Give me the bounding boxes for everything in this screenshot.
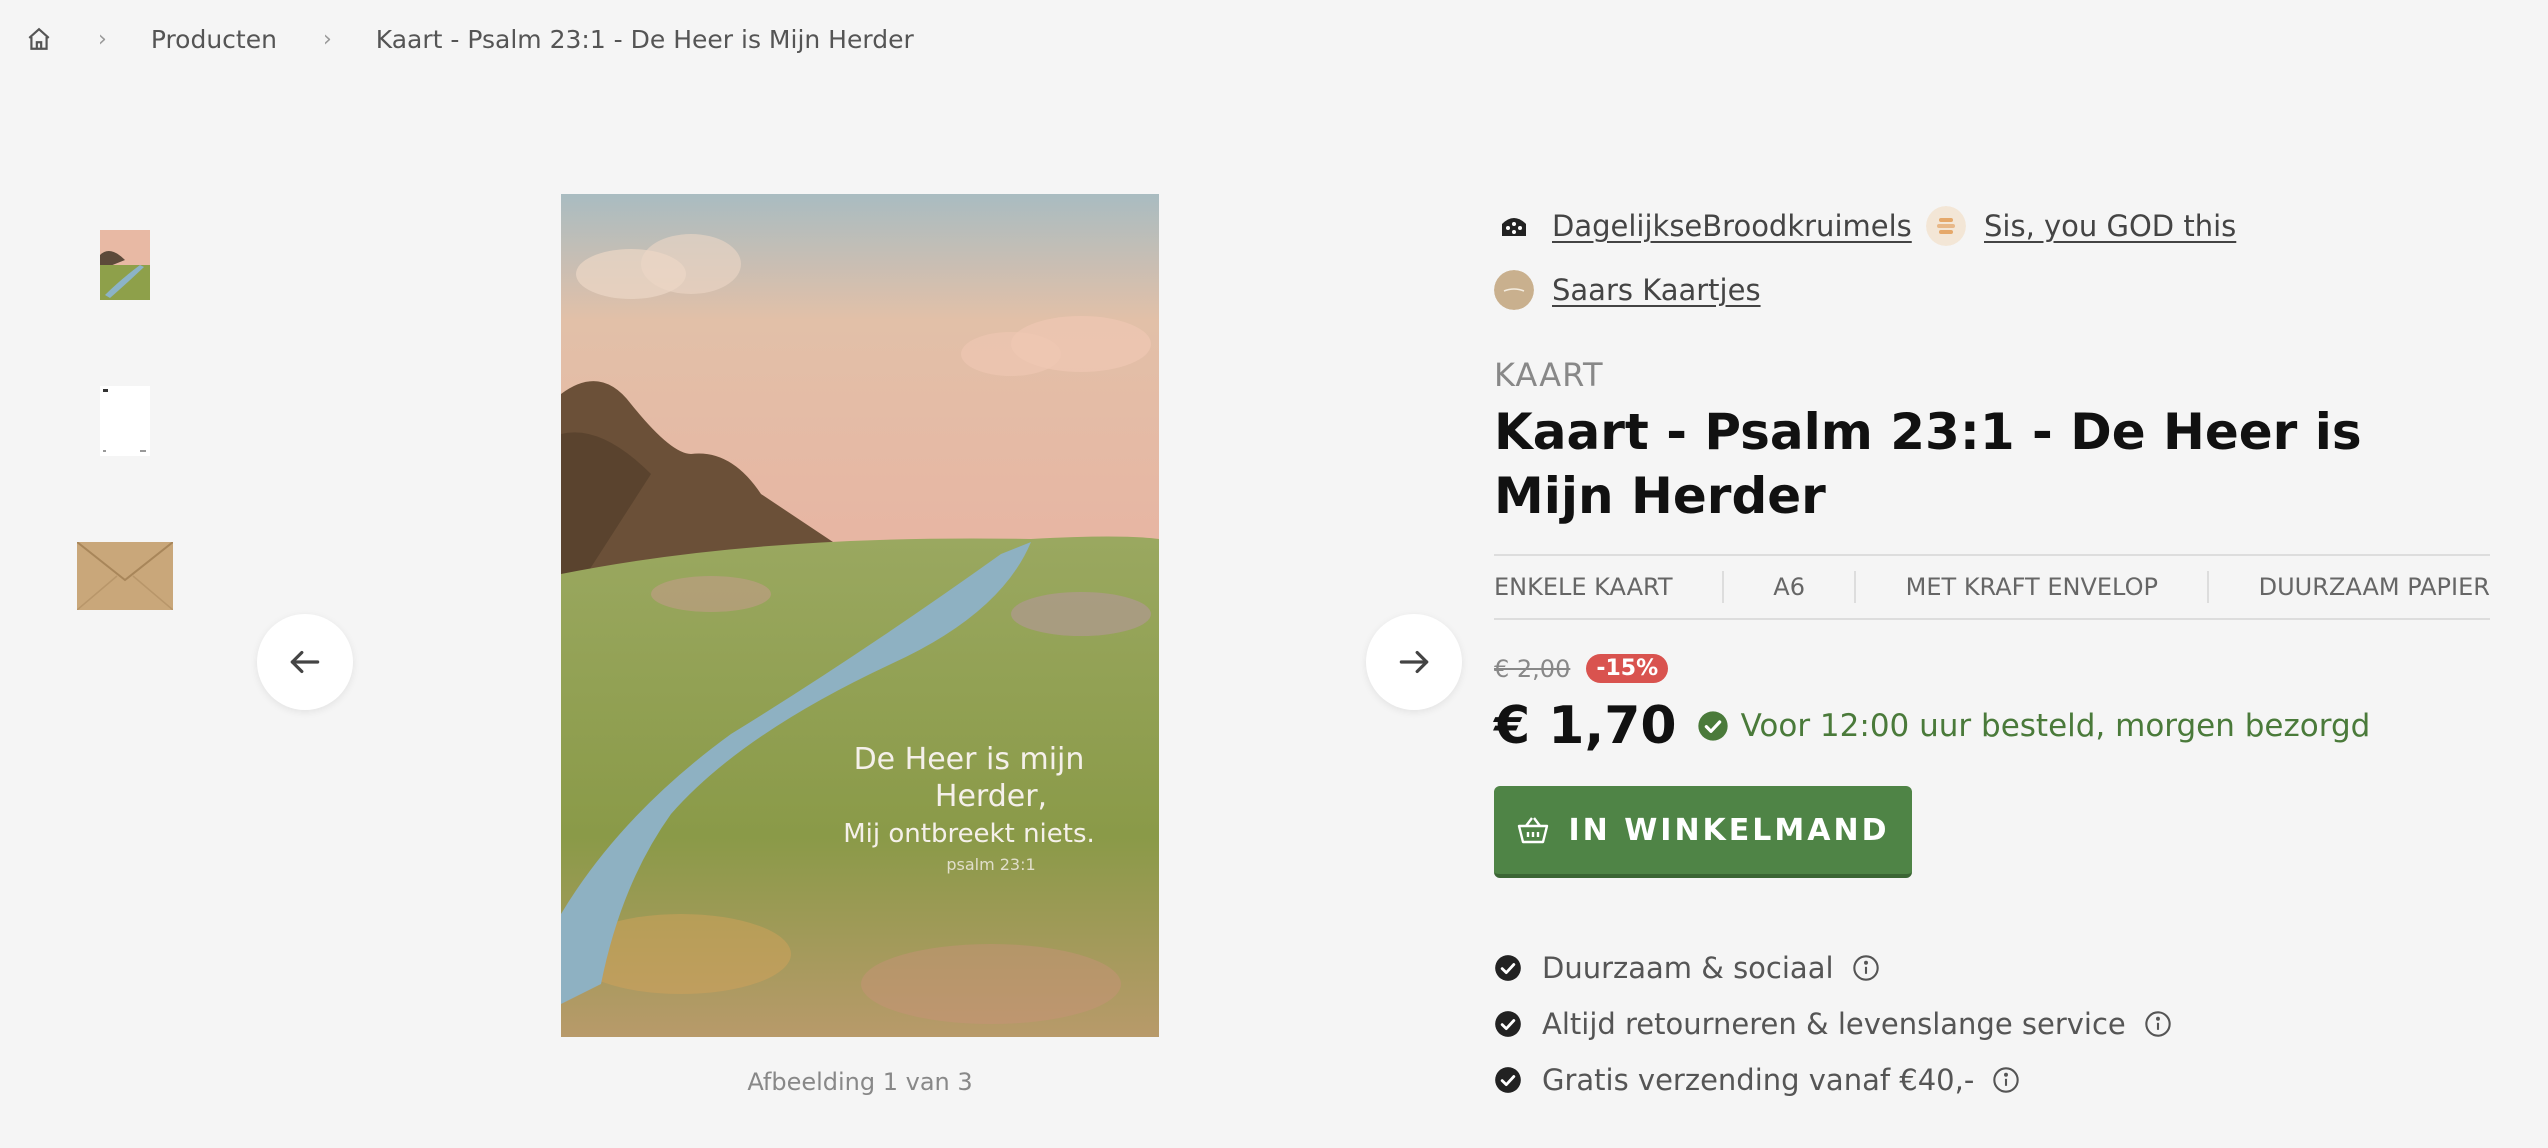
brand-logo-icon — [1494, 270, 1534, 310]
brand-logo-icon — [1926, 206, 1966, 246]
old-price: € 2,00 — [1494, 654, 1571, 683]
basket-icon — [1518, 817, 1549, 844]
breadcrumb-current: Kaart - Psalm 23:1 - De Heer is Mijn Her… — [375, 24, 914, 54]
product-main-image[interactable]: De Heer is mijn Herder, Mij ontbreekt ni… — [561, 194, 1159, 1037]
brand-name[interactable]: DagelijkseBroodkruimels — [1552, 209, 1912, 243]
brand-dagelijksebroodkruimels[interactable]: DagelijkseBroodkruimels — [1494, 206, 1912, 246]
old-price-row: € 2,00 -15% — [1494, 654, 1669, 683]
info-icon[interactable] — [1852, 954, 1880, 982]
check-circle-icon — [1495, 1011, 1521, 1037]
spec-divider — [1854, 571, 1857, 603]
usp-label: Gratis verzending vanaf €40,- — [1542, 1063, 1975, 1097]
chevron-right-icon: › — [98, 26, 107, 52]
brand-list: DagelijkseBroodkruimels Sis, you GOD thi… — [1494, 200, 2490, 330]
spec-divider — [1721, 571, 1724, 603]
next-image-button[interactable] — [1366, 614, 1462, 710]
spec-item: MET KRAFT ENVELOP — [1905, 573, 2158, 601]
discount-badge: -15% — [1586, 654, 1669, 683]
product-title: Kaart - Psalm 23:1 - De Heer is Mijn Her… — [1494, 403, 2362, 525]
usp-item: Gratis verzending vanaf €40,- — [1494, 1052, 2172, 1108]
card-text-line-3: Mij ontbreekt niets. — [843, 819, 1095, 849]
spec-item: ENKELE KAART — [1494, 573, 1673, 601]
add-to-cart-label: IN WINKELMAND — [1568, 812, 1890, 848]
previous-image-button[interactable] — [257, 614, 353, 710]
chevron-right-icon: › — [322, 26, 332, 52]
delivery-text: Voor 12:00 uur besteld, morgen bezorgd — [1740, 708, 2371, 744]
card-text-line-2: Herder, — [935, 779, 1047, 814]
thumbnail-1[interactable] — [76, 230, 174, 300]
usp-label: Altijd retourneren & levenslange service — [1542, 1007, 2126, 1041]
spec-divider — [2207, 571, 2210, 603]
add-to-cart-button[interactable]: IN WINKELMAND — [1494, 786, 1912, 878]
check-circle-icon — [1495, 1067, 1521, 1093]
usp-item: Duurzaam & sociaal — [1494, 940, 2172, 996]
spec-item: DUURZAAM PAPIER — [2258, 573, 2490, 601]
brand-name[interactable]: Saars Kaartjes — [1552, 273, 1761, 307]
check-circle-icon — [1495, 955, 1521, 981]
price-row: € 1,70 Voor 12:00 uur besteld, morgen be… — [1494, 696, 2370, 756]
price: € 1,70 — [1494, 696, 1677, 756]
delivery-info: Voor 12:00 uur besteld, morgen bezorgd — [1697, 708, 2371, 744]
usp-label: Duurzaam & sociaal — [1542, 951, 1834, 985]
usp-list: Duurzaam & sociaal Altijd retourneren & … — [1494, 940, 2172, 1108]
brand-sis-you-god-this[interactable]: Sis, you GOD this — [1926, 206, 2236, 246]
brand-logo-icon — [1494, 206, 1534, 246]
thumbnail-3[interactable] — [76, 542, 174, 610]
breadcrumb-products[interactable]: Producten — [151, 25, 277, 54]
check-circle-icon — [1697, 711, 1728, 741]
home-icon[interactable] — [26, 26, 52, 52]
info-icon[interactable] — [2144, 1010, 2172, 1038]
usp-item: Altijd retourneren & levenslange service — [1494, 996, 2172, 1052]
product-specs: ENKELE KAART A6 MET KRAFT ENVELOP DUURZA… — [1494, 554, 2490, 620]
card-text-line-1: De Heer is mijn — [854, 742, 1085, 777]
breadcrumb: › Producten › Kaart - Psalm 23:1 - De He… — [26, 20, 914, 58]
arrow-right-icon — [1399, 650, 1429, 674]
arrow-left-icon — [290, 650, 320, 674]
product-info: DagelijkseBroodkruimels Sis, you GOD thi… — [1494, 200, 2490, 1097]
card-text-line-4: psalm 23:1 — [946, 855, 1035, 874]
info-icon[interactable] — [1992, 1066, 2020, 1094]
brand-name[interactable]: Sis, you GOD this — [1984, 209, 2236, 243]
thumbnail-2[interactable] — [76, 386, 174, 456]
product-category: KAART — [1494, 356, 1604, 394]
spec-item: A6 — [1773, 573, 1805, 601]
image-caption: Afbeelding 1 van 3 — [747, 1068, 973, 1096]
brand-saars-kaartjes[interactable]: Saars Kaartjes — [1494, 270, 1761, 310]
